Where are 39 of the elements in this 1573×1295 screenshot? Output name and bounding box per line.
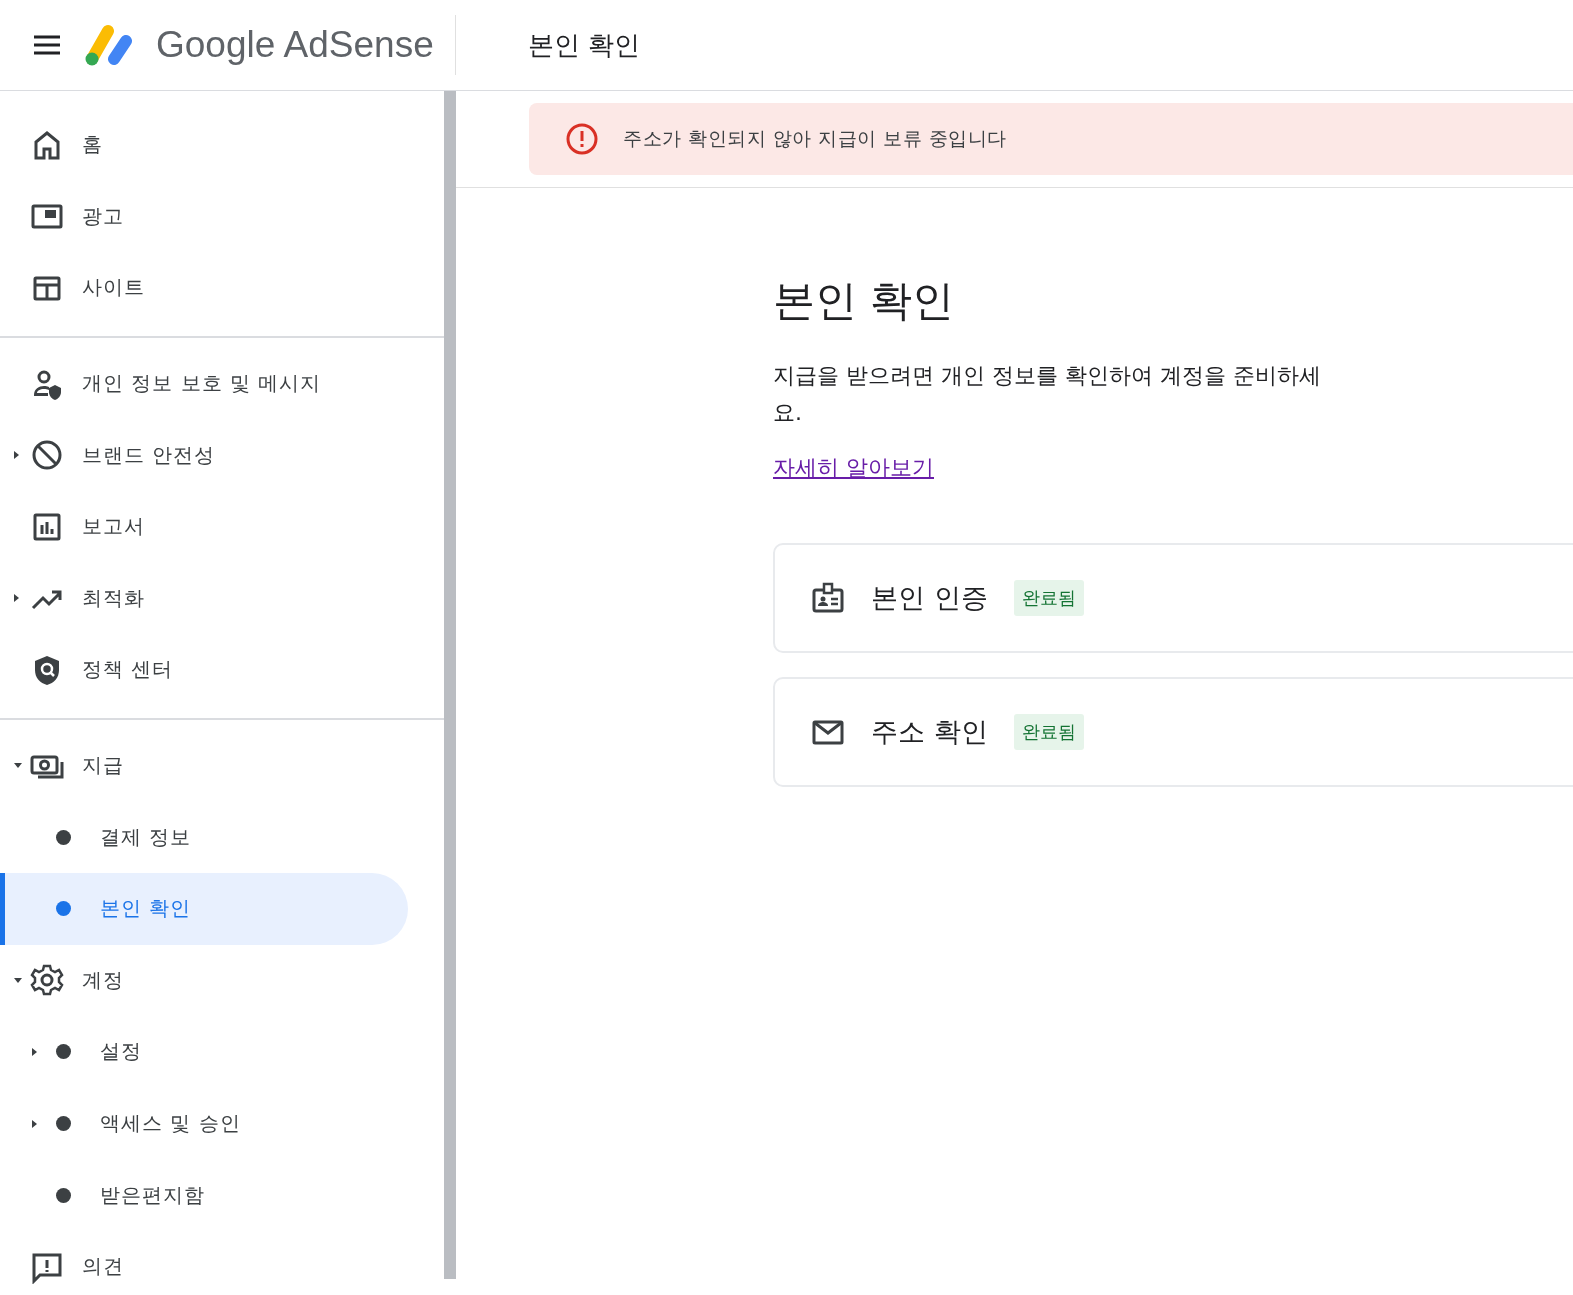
description: 지급을 받으려면 개인 정보를 확인하여 계정을 준비하세요. bbox=[773, 362, 1322, 427]
nav-item[interactable]: 본인 확인 bbox=[0, 872, 408, 945]
bullet-icon bbox=[56, 829, 71, 845]
step-card[interactable]: 주소 확인 완료됨 bbox=[773, 677, 1573, 787]
nav-item[interactable]: 최적화 bbox=[0, 562, 408, 635]
learn-more-link[interactable]: 자세히 알아보기 bbox=[773, 453, 934, 483]
bullet-icon bbox=[56, 1044, 71, 1060]
nav-item[interactable]: 계정 bbox=[0, 944, 408, 1017]
logo-text: Google AdSense bbox=[156, 24, 434, 66]
heading: 본인 확인 bbox=[773, 275, 956, 327]
bullet-icon bbox=[56, 1187, 71, 1203]
nav-item[interactable]: 받은편지함 bbox=[0, 1159, 408, 1231]
nav-item[interactable]: 사이트 bbox=[0, 252, 408, 324]
nav-item[interactable]: 개인 정보 보호 및 메시지 bbox=[0, 347, 408, 420]
error-icon bbox=[565, 122, 599, 156]
page-title: 본인 확인 bbox=[528, 28, 641, 62]
status-badge: 완료됨 bbox=[1013, 580, 1084, 616]
settings-icon bbox=[30, 963, 64, 998]
logo-icon bbox=[84, 23, 134, 67]
nav-item[interactable]: 결제 정보 bbox=[0, 801, 408, 873]
nav-item[interactable]: 지급 bbox=[0, 729, 408, 802]
step-label: 주소 확인 bbox=[871, 715, 988, 749]
nav-item[interactable]: 액세스 및 승인 bbox=[0, 1087, 408, 1160]
nav-item[interactable]: 정책 센터 bbox=[0, 634, 408, 706]
scrollbar[interactable] bbox=[444, 91, 456, 1279]
nav-item[interactable]: 홈 bbox=[0, 109, 408, 181]
bullet-icon bbox=[56, 1116, 71, 1131]
nav-item[interactable]: 브랜드 안전성 bbox=[0, 419, 408, 491]
nav-item[interactable]: 보고서 bbox=[0, 490, 408, 563]
step-card[interactable]: 본인 인증 완료됨 bbox=[773, 543, 1573, 653]
nav-item[interactable]: 의견 bbox=[0, 1230, 408, 1295]
id-badge-icon bbox=[811, 581, 845, 615]
alert-message: 주소가 확인되지 않아 지급이 보류 중입니다 bbox=[623, 126, 1007, 151]
step-label: 본인 인증 bbox=[871, 581, 988, 615]
menu-icon[interactable] bbox=[32, 34, 62, 56]
nav-item[interactable]: 광고 bbox=[0, 180, 408, 253]
nav-item[interactable]: 설정 bbox=[0, 1016, 408, 1088]
status-badge: 완료됨 bbox=[1013, 714, 1084, 750]
bullet-icon bbox=[56, 901, 71, 917]
